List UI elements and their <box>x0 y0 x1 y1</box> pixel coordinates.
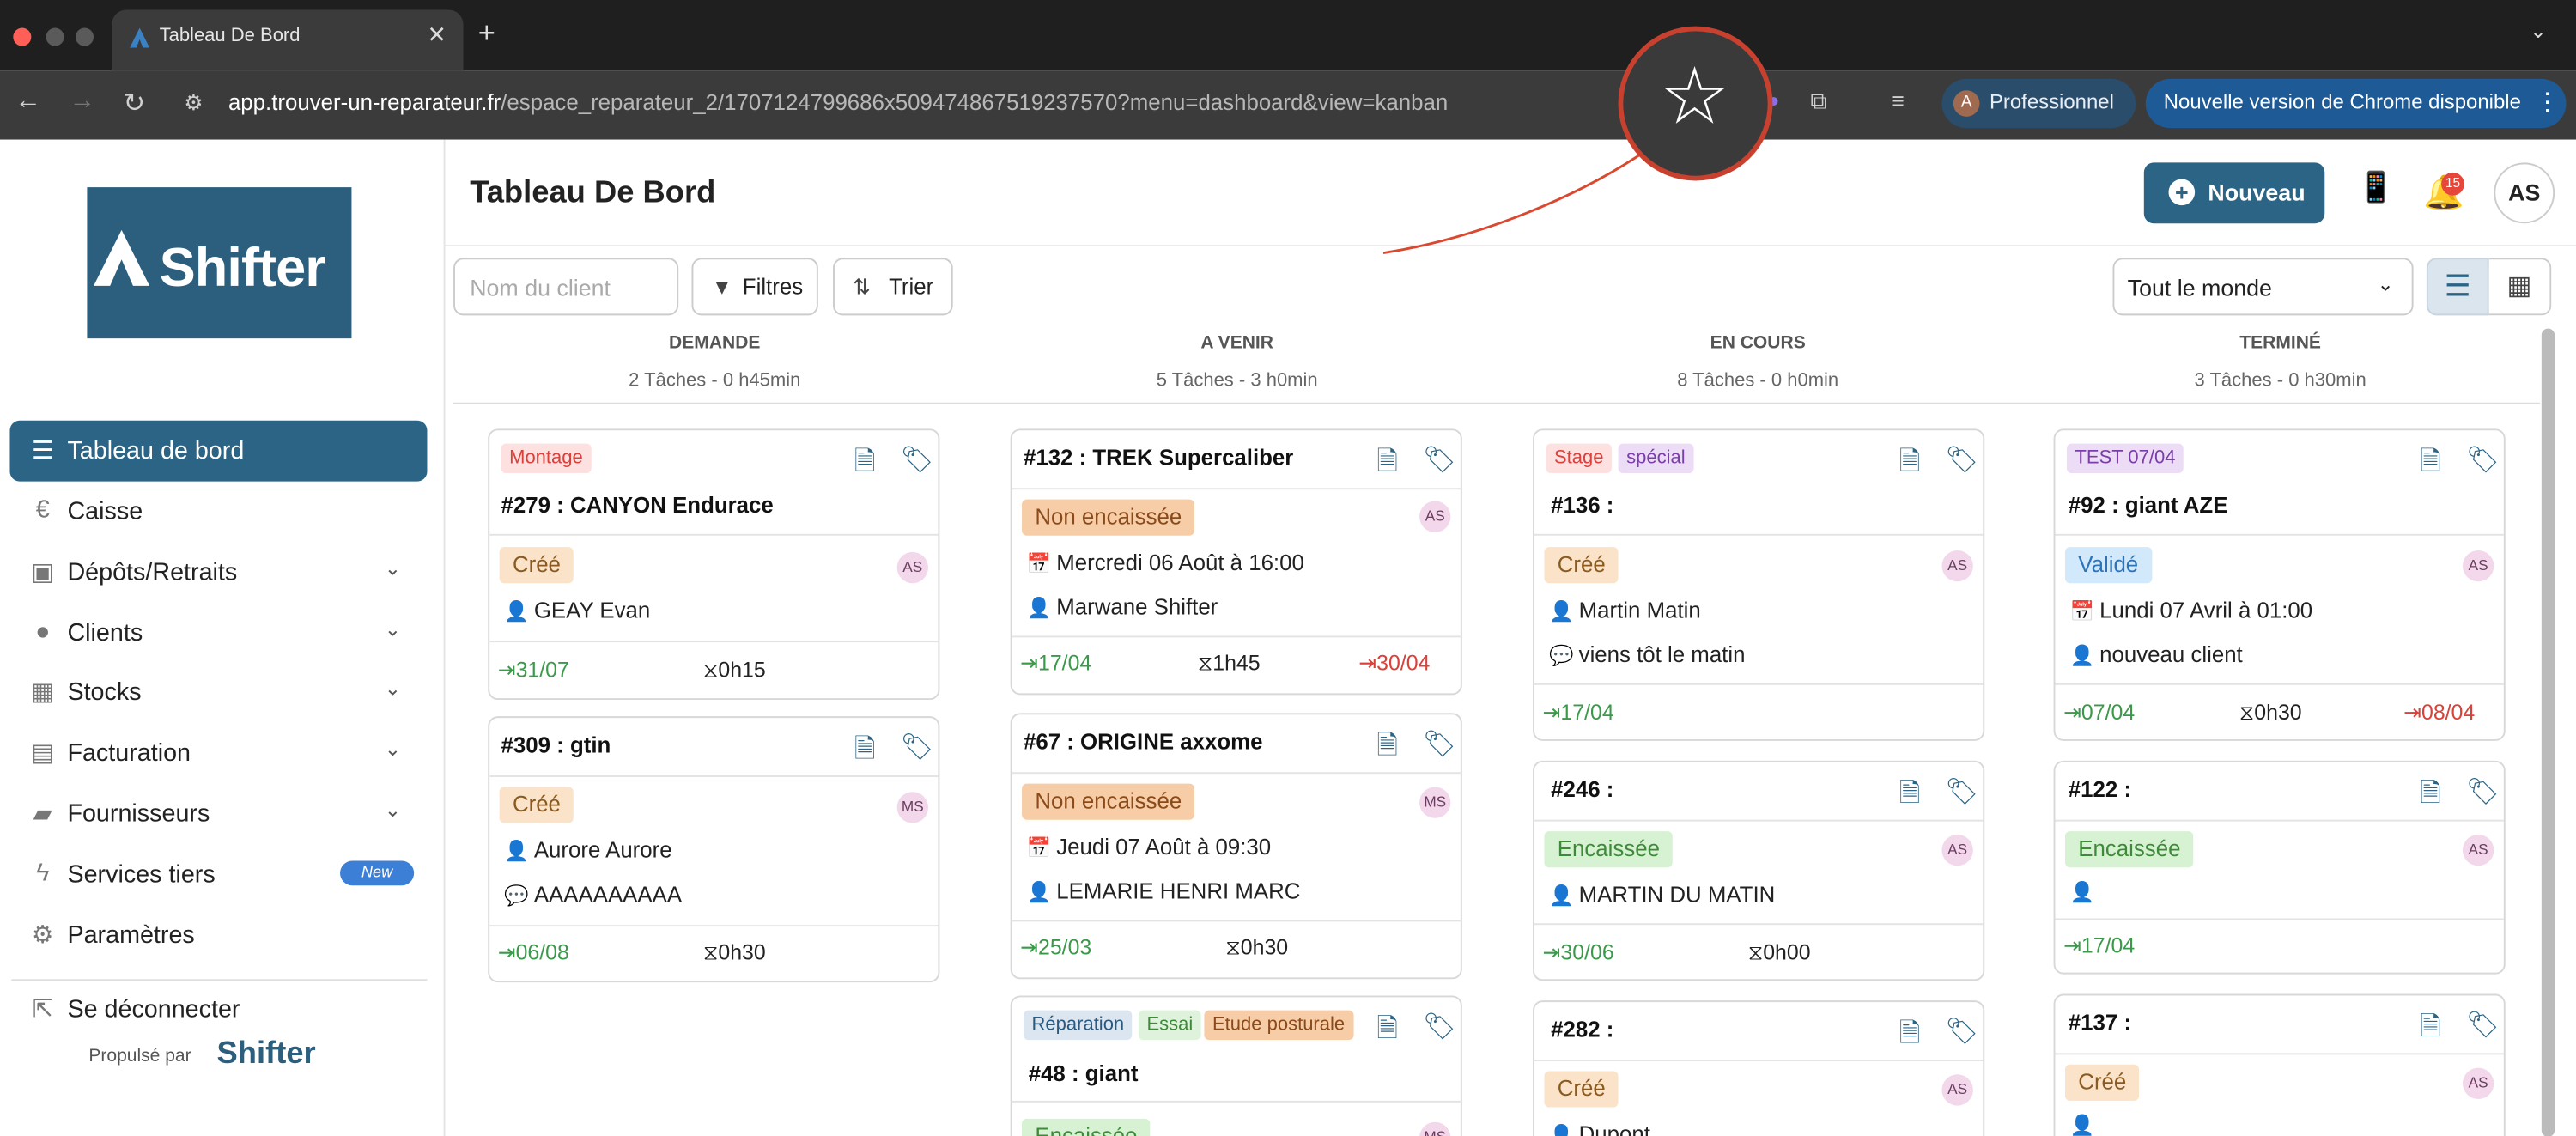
annotation-arrow <box>1382 151 1644 255</box>
star-icon: ☆ <box>1659 54 1730 142</box>
bookmark-star-magnifier[interactable]: ☆ <box>1618 26 1773 181</box>
